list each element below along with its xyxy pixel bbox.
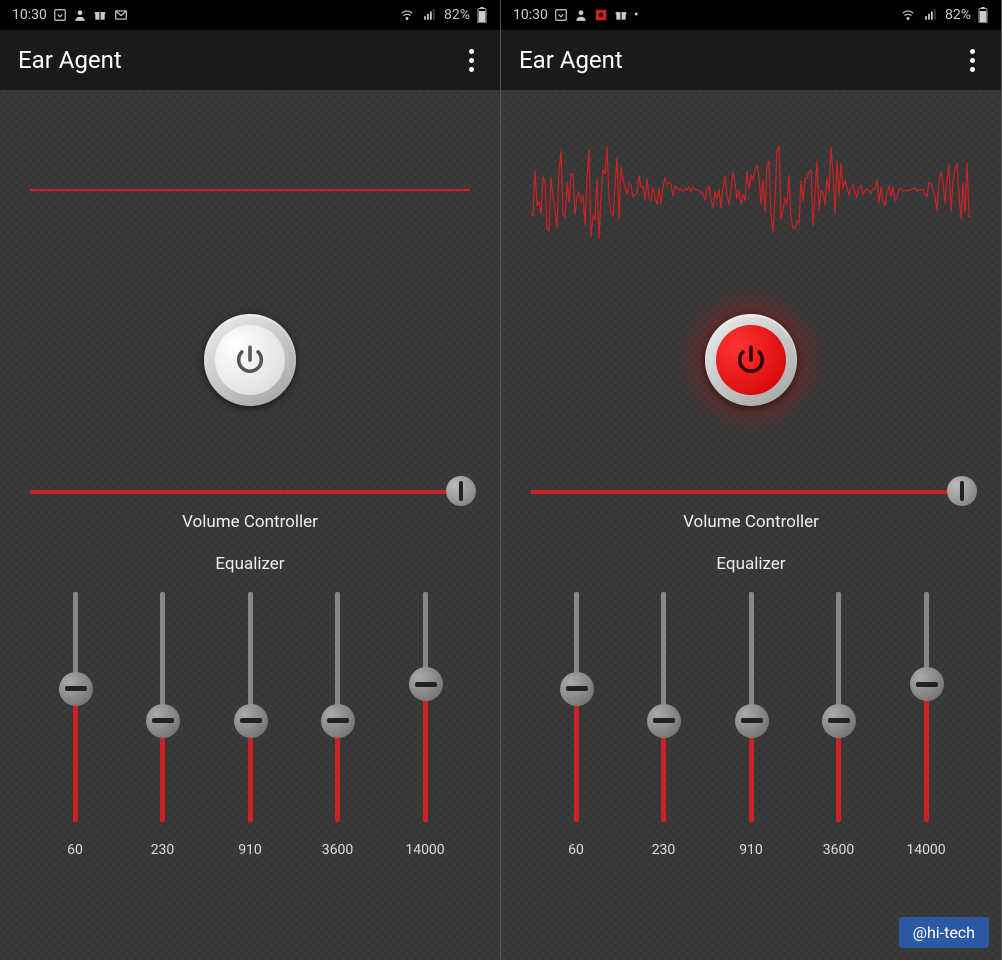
wifi-icon [899,8,917,22]
equalizer-label: Equalizer [215,554,284,574]
eq-band: 910 [215,592,285,858]
overflow-menu-button[interactable] [962,41,983,80]
battery-icon [476,7,488,23]
eq-freq-label: 3600 [322,842,353,858]
user-icon [574,8,588,22]
gift-icon [614,8,628,22]
equalizer-label: Equalizer [716,554,785,574]
eq-slider[interactable] [574,592,579,822]
down-icon [554,8,568,22]
eq-slider[interactable] [160,592,165,822]
power-toggle-button[interactable] [204,314,296,406]
app-notif-icon [594,8,608,22]
main-content: Volume Controller Equalizer 60 230 910 3600… [501,90,1001,960]
eq-freq-label: 60 [568,842,584,858]
eq-freq-label: 230 [151,842,175,858]
eq-band: 14000 [390,592,460,858]
signal-icon [923,8,939,22]
eq-slider[interactable] [335,592,340,822]
eq-freq-label: 14000 [906,842,945,858]
eq-freq-label: 910 [238,842,262,858]
status-bar: 10:30 • 82% [501,0,1001,30]
eq-band: 60 [40,592,110,858]
eq-slider[interactable] [423,592,428,822]
status-battery: 82% [444,7,470,23]
phone-screen-on: 10:30 • 82% [501,0,1002,960]
eq-band: 60 [541,592,611,858]
waveform-display [30,120,470,260]
eq-freq-label: 3600 [823,842,854,858]
waveform-display [531,120,971,260]
down-icon [53,8,67,22]
app-title: Ear Agent [18,46,122,74]
overflow-menu-button[interactable] [461,41,482,80]
equalizer: 60 230 910 3600 14000 [30,592,470,858]
eq-freq-label: 910 [739,842,763,858]
eq-slider[interactable] [73,592,78,822]
eq-slider[interactable] [924,592,929,822]
app-title-bar: Ear Agent [0,30,500,90]
wifi-icon [398,8,416,22]
eq-freq-label: 14000 [405,842,444,858]
eq-slider[interactable] [749,592,754,822]
power-icon [233,343,267,377]
eq-band: 910 [716,592,786,858]
eq-band: 3600 [303,592,373,858]
power-toggle-button[interactable] [705,314,797,406]
equalizer: 60 230 910 3600 14000 [531,592,971,858]
main-content: Volume Controller Equalizer 60 230 910 3600… [0,90,500,960]
eq-band: 230 [629,592,699,858]
eq-freq-label: 230 [652,842,676,858]
status-battery: 82% [945,7,971,23]
more-notifs-dot: • [634,7,639,23]
eq-slider[interactable] [661,592,666,822]
volume-slider[interactable] [531,490,971,494]
eq-slider[interactable] [836,592,841,822]
status-bar: 10:30 82% [0,0,500,30]
status-time: 10:30 [12,7,47,23]
eq-slider[interactable] [248,592,253,822]
phone-screen-off: 10:30 82% [0,0,501,960]
watermark: @hi-tech [899,917,989,948]
app-title: Ear Agent [519,46,623,74]
eq-band: 14000 [891,592,961,858]
volume-label: Volume Controller [182,512,318,532]
signal-icon [422,8,438,22]
user-icon [73,8,87,22]
mail-icon [113,8,129,22]
app-title-bar: Ear Agent [501,30,1001,90]
eq-freq-label: 60 [67,842,83,858]
status-time: 10:30 [513,7,548,23]
volume-slider[interactable] [30,490,470,494]
gift-icon [93,8,107,22]
eq-band: 230 [128,592,198,858]
power-icon [734,343,768,377]
volume-label: Volume Controller [683,512,819,532]
battery-icon [977,7,989,23]
eq-band: 3600 [804,592,874,858]
